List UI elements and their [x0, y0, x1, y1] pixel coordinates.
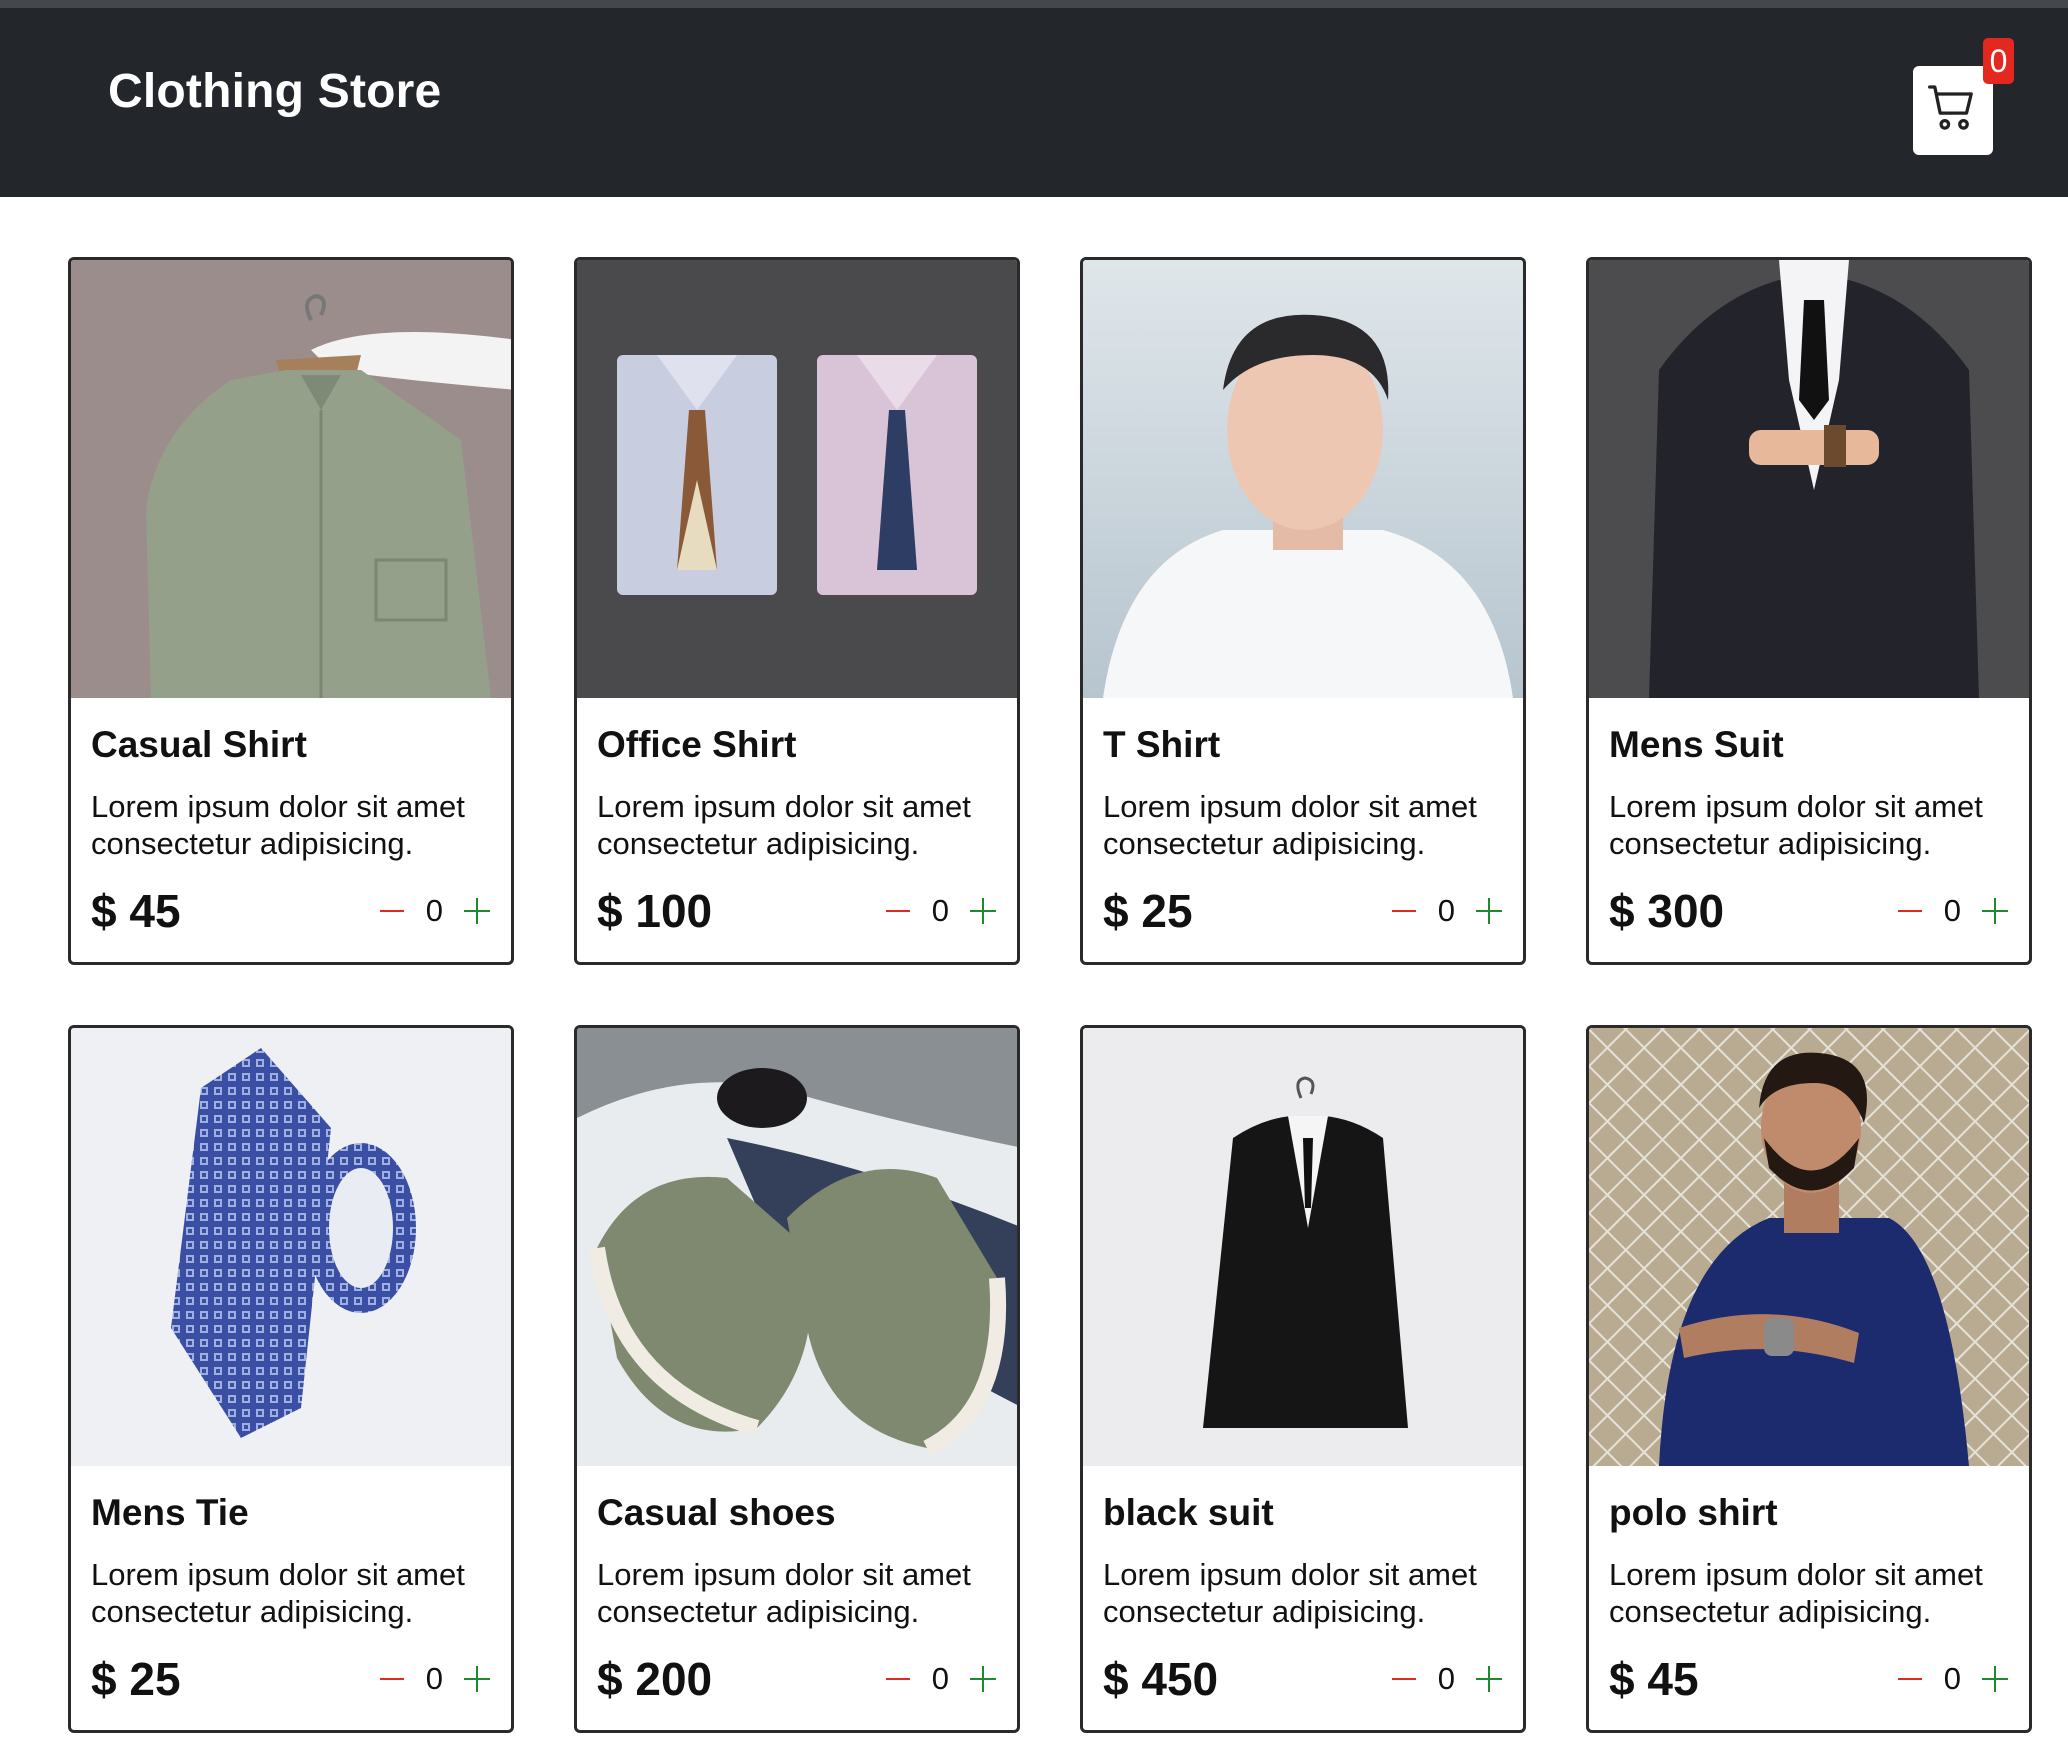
quantity-value: 0 [425, 1661, 443, 1696]
quantity-stepper: 0 [378, 893, 491, 929]
window-top-edge [0, 0, 2068, 8]
product-price: $ 450 [1103, 1653, 1219, 1705]
product-card: black suit Lorem ipsum dolor sit amet co… [1080, 1025, 1526, 1733]
card-body: polo shirt Lorem ipsum dolor sit amet co… [1589, 1466, 2029, 1730]
product-price: $ 200 [597, 1653, 713, 1705]
product-card: Mens Tie Lorem ipsum dolor sit amet cons… [68, 1025, 514, 1733]
minus-icon[interactable] [1896, 1665, 1924, 1693]
minus-icon[interactable] [884, 897, 912, 925]
cart-button[interactable] [1913, 66, 1993, 155]
product-description: Lorem ipsum dolor sit amet consectetur a… [1103, 789, 1477, 861]
card-footer: $ 45 0 [1609, 1652, 2009, 1706]
navbar: Clothing Store 0 [0, 8, 2068, 197]
product-price: $ 25 [91, 1653, 181, 1705]
product-image-casual-shoes [577, 1028, 1017, 1466]
cart-count-badge: 0 [1983, 38, 2014, 84]
product-price: $ 45 [1609, 1653, 1699, 1705]
product-card: T Shirt Lorem ipsum dolor sit amet conse… [1080, 257, 1526, 965]
quantity-stepper: 0 [1390, 893, 1503, 929]
product-image-office-shirt [577, 260, 1017, 698]
minus-icon[interactable] [1390, 1665, 1418, 1693]
card-footer: $ 25 0 [1103, 884, 1503, 938]
quantity-stepper: 0 [884, 893, 997, 929]
product-name: polo shirt [1609, 1492, 1778, 1533]
card-body: Mens Tie Lorem ipsum dolor sit amet cons… [71, 1466, 511, 1730]
product-description: Lorem ipsum dolor sit amet consectetur a… [91, 789, 465, 861]
plus-icon[interactable] [969, 1665, 997, 1693]
plus-icon[interactable] [1981, 1665, 2009, 1693]
product-card: Casual Shirt Lorem ipsum dolor sit amet … [68, 257, 514, 965]
product-image-t-shirt [1083, 260, 1523, 698]
product-price: $ 45 [91, 885, 181, 937]
quantity-value: 0 [425, 893, 443, 928]
quantity-value: 0 [1943, 1661, 1961, 1696]
product-description: Lorem ipsum dolor sit amet consectetur a… [1609, 789, 1983, 861]
card-footer: $ 450 0 [1103, 1652, 1503, 1706]
product-card: Office Shirt Lorem ipsum dolor sit amet … [574, 257, 1020, 965]
plus-icon[interactable] [1981, 897, 2009, 925]
quantity-value: 0 [1943, 893, 1961, 928]
product-name: Office Shirt [597, 724, 797, 765]
card-body: Mens Suit Lorem ipsum dolor sit amet con… [1589, 698, 2029, 962]
product-name: T Shirt [1103, 724, 1221, 765]
product-description: Lorem ipsum dolor sit amet consectetur a… [597, 1557, 971, 1629]
card-body: T Shirt Lorem ipsum dolor sit amet conse… [1083, 698, 1523, 962]
product-card: Mens Suit Lorem ipsum dolor sit amet con… [1586, 257, 2032, 965]
quantity-stepper: 0 [1390, 1661, 1503, 1697]
product-card: polo shirt Lorem ipsum dolor sit amet co… [1586, 1025, 2032, 1733]
card-body: Casual Shirt Lorem ipsum dolor sit amet … [71, 698, 511, 962]
quantity-value: 0 [1437, 893, 1455, 928]
card-footer: $ 45 0 [91, 884, 491, 938]
card-footer: $ 200 0 [597, 1652, 997, 1706]
card-body: Office Shirt Lorem ipsum dolor sit amet … [577, 698, 1017, 962]
card-body: Casual shoes Lorem ipsum dolor sit amet … [577, 1466, 1017, 1730]
card-footer: $ 25 0 [91, 1652, 491, 1706]
product-description: Lorem ipsum dolor sit amet consectetur a… [1609, 1557, 1983, 1629]
product-image-mens-suit [1589, 260, 2029, 698]
plus-icon[interactable] [1475, 1665, 1503, 1693]
product-image-casual-shirt [71, 260, 511, 698]
card-footer: $ 300 0 [1609, 884, 2009, 938]
minus-icon[interactable] [378, 897, 406, 925]
plus-icon[interactable] [463, 897, 491, 925]
minus-icon[interactable] [378, 1665, 406, 1693]
product-grid: Casual Shirt Lorem ipsum dolor sit amet … [68, 257, 2032, 1733]
quantity-stepper: 0 [884, 1661, 997, 1697]
product-card: Casual shoes Lorem ipsum dolor sit amet … [574, 1025, 1020, 1733]
store-title[interactable]: Clothing Store [108, 64, 441, 119]
product-description: Lorem ipsum dolor sit amet consectetur a… [91, 1557, 465, 1629]
plus-icon[interactable] [463, 1665, 491, 1693]
quantity-stepper: 0 [1896, 893, 2009, 929]
product-image-polo-shirt [1589, 1028, 2029, 1466]
minus-icon[interactable] [1390, 897, 1418, 925]
product-price: $ 25 [1103, 885, 1193, 937]
product-description: Lorem ipsum dolor sit amet consectetur a… [1103, 1557, 1477, 1629]
product-image-mens-tie [71, 1028, 511, 1466]
quantity-value: 0 [931, 1661, 949, 1696]
product-name: Mens Tie [91, 1492, 249, 1533]
quantity-stepper: 0 [378, 1661, 491, 1697]
quantity-value: 0 [931, 893, 949, 928]
product-image-black-suit [1083, 1028, 1523, 1466]
cart-icon [1925, 80, 1981, 141]
product-price: $ 300 [1609, 885, 1725, 937]
card-footer: $ 100 0 [597, 884, 997, 938]
product-name: Mens Suit [1609, 724, 1784, 765]
product-name: black suit [1103, 1492, 1274, 1533]
minus-icon[interactable] [1896, 897, 1924, 925]
product-price: $ 100 [597, 885, 713, 937]
plus-icon[interactable] [1475, 897, 1503, 925]
product-description: Lorem ipsum dolor sit amet consectetur a… [597, 789, 971, 861]
product-name: Casual Shirt [91, 724, 307, 765]
minus-icon[interactable] [884, 1665, 912, 1693]
product-name: Casual shoes [597, 1492, 836, 1533]
plus-icon[interactable] [969, 897, 997, 925]
quantity-stepper: 0 [1896, 1661, 2009, 1697]
card-body: black suit Lorem ipsum dolor sit amet co… [1083, 1466, 1523, 1730]
quantity-value: 0 [1437, 1661, 1455, 1696]
